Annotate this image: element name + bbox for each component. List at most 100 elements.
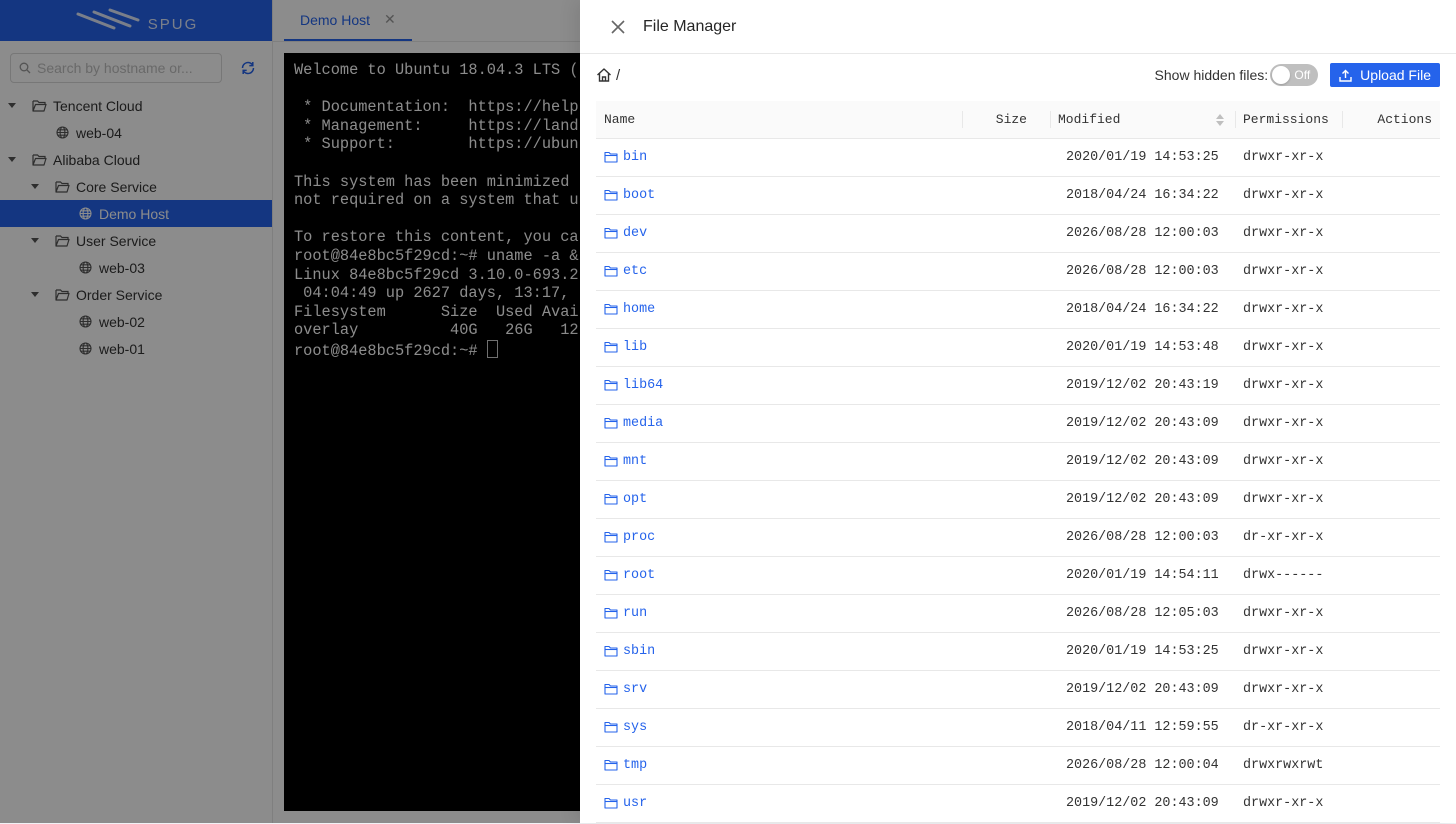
file-permissions: drwxr-xr-x [1243,188,1324,203]
folder-icon [604,493,618,507]
file-name: lib64 [623,378,664,393]
table-row: dev 2026/08/28 12:00:03 drwxr-xr-x [596,215,1440,253]
file-permissions: drwxr-xr-x [1243,454,1324,469]
folder-icon [604,151,618,165]
table-row: sys 2018/04/11 12:59:55 dr-xr-xr-x [596,709,1440,747]
hidden-files-toggle[interactable]: Off [1270,64,1319,86]
folder-icon [604,721,618,735]
file-permissions: drwxr-xr-x [1243,264,1324,279]
file-modified: 2020/01/19 14:53:25 [1066,644,1219,659]
file-permissions: drwxr-xr-x [1243,492,1324,507]
file-modified: 2020/01/19 14:53:48 [1066,340,1219,355]
file-permissions: drwx------ [1243,568,1324,583]
file-name-link[interactable]: boot [596,188,962,203]
file-name-link[interactable]: sys [596,720,962,735]
table-row: proc 2026/08/28 12:00:03 dr-xr-xr-x [596,519,1440,557]
file-modified: 2026/08/28 12:00:03 [1066,264,1219,279]
file-name-link[interactable]: lib64 [596,378,962,393]
table-row: bin 2020/01/19 14:53:25 drwxr-xr-x [596,139,1440,177]
file-name: proc [623,530,656,545]
file-name-link[interactable]: bin [596,150,962,165]
file-name-link[interactable]: mnt [596,454,962,469]
folder-icon [604,341,618,355]
file-name: mnt [623,454,648,469]
file-permissions: drwxr-xr-x [1243,606,1324,621]
folder-icon [604,455,618,469]
file-name: tmp [623,758,648,773]
file-modified: 2020/01/19 14:54:11 [1066,568,1219,583]
file-name: dev [623,226,648,241]
table-row: tmp 2026/08/28 12:00:04 drwxrwxrwt [596,747,1440,785]
folder-icon [604,265,618,279]
drawer-title: File Manager [643,17,737,35]
file-name: opt [623,492,648,507]
folder-icon [604,379,618,393]
file-permissions: drwxr-xr-x [1243,796,1324,811]
column-permissions: Permissions [1235,101,1342,138]
file-modified: 2026/08/28 12:00:03 [1066,530,1219,545]
file-modified: 2026/08/28 12:00:03 [1066,226,1219,241]
upload-label: Upload File [1360,67,1431,83]
drawer-close-button[interactable] [608,17,628,37]
table-row: run 2026/08/28 12:05:03 drwxr-xr-x [596,595,1440,633]
file-name: lib [623,340,648,355]
file-permissions: drwxr-xr-x [1243,226,1324,241]
file-name-link[interactable]: dev [596,226,962,241]
file-name-link[interactable]: proc [596,530,962,545]
modal-mask[interactable] [0,0,580,823]
table-row: opt 2019/12/02 20:43:09 drwxr-xr-x [596,481,1440,519]
file-name: usr [623,796,648,811]
table-body: bin 2020/01/19 14:53:25 drwxr-xr-x boot 2018… [596,139,1440,824]
file-name-link[interactable]: media [596,416,962,431]
file-name-link[interactable]: tmp [596,758,962,773]
table-header: Name Size Modified Permissions Actions [596,101,1440,139]
file-modified: 2019/12/02 20:43:09 [1066,454,1219,469]
table-row: usr 2019/12/02 20:43:09 drwxr-xr-x [596,785,1440,823]
folder-icon [604,607,618,621]
close-icon [611,19,625,34]
file-name-link[interactable]: opt [596,492,962,507]
file-name: run [623,606,648,621]
table-row: media 2019/12/02 20:43:09 drwxr-xr-x [596,405,1440,443]
breadcrumb-root[interactable]: / [616,67,620,84]
table-row: sbin 2020/01/19 14:53:25 drwxr-xr-x [596,633,1440,671]
table-row: etc 2026/08/28 12:00:03 drwxr-xr-x [596,253,1440,291]
file-permissions: drwxr-xr-x [1243,682,1324,697]
folder-icon [604,531,618,545]
upload-file-button[interactable]: Upload File [1330,63,1440,87]
table-row: boot 2018/04/24 16:34:22 drwxr-xr-x [596,177,1440,215]
column-name: Name [604,112,636,127]
file-name-link[interactable]: lib [596,340,962,355]
file-name-link[interactable]: srv [596,682,962,697]
file-permissions: drwxr-xr-x [1243,416,1324,431]
file-permissions: drwxr-xr-x [1243,378,1324,393]
folder-icon [604,797,618,811]
file-permissions: drwxr-xr-x [1243,302,1324,317]
file-modified: 2026/08/28 12:00:04 [1066,758,1219,773]
file-name-link[interactable]: usr [596,796,962,811]
column-modified[interactable]: Modified [1050,101,1235,138]
folder-icon [604,683,618,697]
file-name: media [623,416,664,431]
folder-icon [604,303,618,317]
toggle-state-text: Off [1294,68,1311,82]
hidden-files-label: Show hidden files: [1154,67,1269,83]
file-modified: 2018/04/24 16:34:22 [1066,302,1219,317]
column-actions: Actions [1342,101,1440,138]
file-name-link[interactable]: run [596,606,962,621]
folder-icon [604,569,618,583]
file-name: home [623,302,656,317]
file-modified: 2019/12/02 20:43:09 [1066,682,1219,697]
file-modified: 2018/04/24 16:34:22 [1066,188,1219,203]
file-modified: 2026/08/28 12:05:03 [1066,606,1219,621]
sort-icon[interactable] [1216,114,1224,126]
home-icon[interactable] [596,67,612,83]
file-name-link[interactable]: home [596,302,962,317]
file-name-link[interactable]: etc [596,264,962,279]
file-name-link[interactable]: sbin [596,644,962,659]
file-modified: 2019/12/02 20:43:09 [1066,796,1219,811]
file-name: sys [623,720,648,735]
file-permissions: drwxr-xr-x [1243,644,1324,659]
file-name-link[interactable]: root [596,568,962,583]
table-row: lib 2020/01/19 14:53:48 drwxr-xr-x [596,329,1440,367]
